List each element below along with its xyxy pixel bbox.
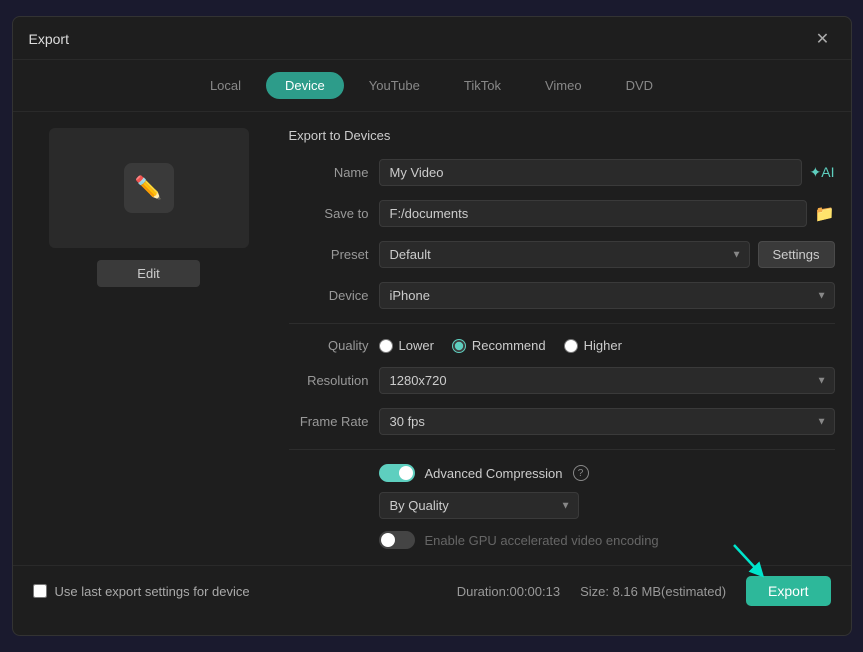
quality-row: Quality Lower Recommend Higher [289,338,835,353]
advanced-compression-row: Advanced Compression ? [289,464,835,482]
framerate-label: Frame Rate [289,414,369,429]
tab-device[interactable]: Device [266,72,344,99]
device-select[interactable]: iPhone [379,282,835,309]
close-button[interactable]: ✕ [811,27,835,51]
export-dialog: Export ✕ Local Device YouTube TikTok Vim… [12,16,852,636]
quality-recommend-radio[interactable] [452,339,466,353]
by-quality-select[interactable]: By Quality [379,492,579,519]
size-text: Size: 8.16 MB(estimated) [580,584,726,599]
device-input-wrap: iPhone ▼ [379,282,835,309]
preset-label: Preset [289,247,369,262]
preview-icon: ✏️ [124,163,174,213]
quality-higher-label: Higher [584,338,622,353]
ai-icon[interactable]: ✦AI [810,164,835,181]
quality-recommend-option[interactable]: Recommend [452,338,546,353]
content-area: ✏️ Edit Export to Devices Name ✦AI Save … [13,112,851,565]
framerate-select[interactable]: 30 fps [379,408,835,435]
tab-dvd[interactable]: DVD [607,72,672,99]
quality-options: Lower Recommend Higher [379,338,835,353]
folder-icon[interactable]: 📁 [815,204,835,224]
name-row: Name ✦AI [289,159,835,186]
device-row: Device iPhone ▼ [289,282,835,309]
preset-row: Preset Default ▼ Settings [289,241,835,268]
preset-select[interactable]: Default [379,241,750,268]
save-to-row: Save to 📁 [289,200,835,227]
advanced-compression-label: Advanced Compression [425,466,563,481]
quality-label: Quality [289,338,369,353]
footer-meta: Duration:00:00:13 Size: 8.16 MB(estimate… [457,576,831,606]
advanced-compression-toggle[interactable] [379,464,415,482]
gpu-toggle-knob [381,533,395,547]
preview-box: ✏️ [49,128,249,248]
framerate-row: Frame Rate 30 fps ▼ [289,408,835,435]
toggle-knob [399,466,413,480]
name-input-wrap: ✦AI [379,159,835,186]
last-settings-checkbox[interactable] [33,584,47,598]
title-bar: Export ✕ [13,17,851,60]
edit-button[interactable]: Edit [97,260,199,287]
resolution-select[interactable]: 1280x720 [379,367,835,394]
help-icon[interactable]: ? [573,465,589,481]
left-panel: ✏️ Edit [29,128,269,549]
divider-1 [289,323,835,324]
quality-higher-radio[interactable] [564,339,578,353]
section-title: Export to Devices [289,128,835,143]
arrow-indicator [729,540,769,580]
device-label: Device [289,288,369,303]
quality-recommend-label: Recommend [472,338,546,353]
quality-lower-label: Lower [399,338,434,353]
footer: Use last export settings for device Dura… [13,565,851,616]
name-label: Name [289,165,369,180]
resolution-label: Resolution [289,373,369,388]
resolution-select-wrap: 1280x720 ▼ [379,367,835,394]
tab-tiktok[interactable]: TikTok [445,72,520,99]
resolution-row: Resolution 1280x720 ▼ [289,367,835,394]
duration-text: Duration:00:00:13 [457,584,560,599]
tab-vimeo[interactable]: Vimeo [526,72,601,99]
settings-button[interactable]: Settings [758,241,835,268]
last-settings-label: Use last export settings for device [55,584,250,599]
divider-2 [289,449,835,450]
dialog-title: Export [29,31,69,47]
quality-lower-radio[interactable] [379,339,393,353]
tab-youtube[interactable]: YouTube [350,72,439,99]
gpu-toggle[interactable] [379,531,415,549]
quality-higher-option[interactable]: Higher [564,338,622,353]
preset-select-wrap: Default ▼ [379,241,750,268]
framerate-input-wrap: 30 fps ▼ [379,408,835,435]
resolution-input-wrap: 1280x720 ▼ [379,367,835,394]
name-input[interactable] [379,159,802,186]
footer-left: Use last export settings for device [33,584,250,599]
tab-local[interactable]: Local [191,72,260,99]
framerate-select-wrap: 30 fps ▼ [379,408,835,435]
device-select-wrap: iPhone ▼ [379,282,835,309]
by-quality-select-wrap: By Quality ▼ [379,492,579,519]
export-button[interactable]: Export [746,576,830,606]
save-to-label: Save to [289,206,369,221]
by-quality-row: By Quality ▼ [289,492,835,519]
gpu-label: Enable GPU accelerated video encoding [425,533,659,548]
save-to-input-wrap: 📁 [379,200,835,227]
tabs-bar: Local Device YouTube TikTok Vimeo DVD [13,60,851,112]
save-to-input[interactable] [379,200,807,227]
preset-input-wrap: Default ▼ Settings [379,241,835,268]
right-panel: Export to Devices Name ✦AI Save to 📁 P [289,128,835,549]
quality-lower-option[interactable]: Lower [379,338,434,353]
